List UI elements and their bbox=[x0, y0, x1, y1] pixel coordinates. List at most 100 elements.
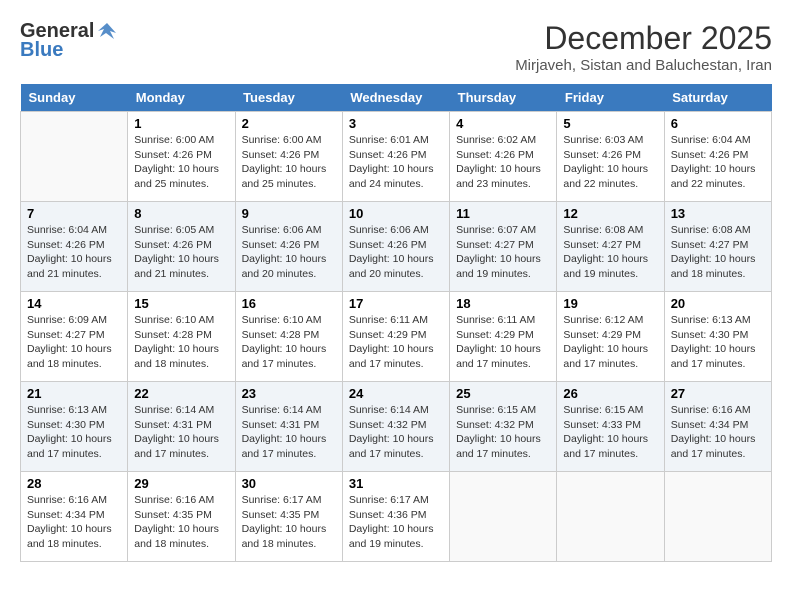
calendar-week-row: 7Sunrise: 6:04 AM Sunset: 4:26 PM Daylig… bbox=[21, 202, 772, 292]
calendar-cell: 10Sunrise: 6:06 AM Sunset: 4:26 PM Dayli… bbox=[342, 202, 449, 292]
calendar-cell: 13 Sunrise: 6:08 AM Sunset: 4:27 PM Dayli… bbox=[664, 202, 771, 292]
calendar-cell: 28 Sunrise: 6:16 AM Sunset: 4:34 PM Dayli… bbox=[21, 472, 128, 562]
day-number: 3 bbox=[349, 116, 443, 131]
day-number: 12 bbox=[563, 206, 657, 221]
calendar-cell: 5 Sunrise: 6:03 AM Sunset: 4:26 PM Daylig… bbox=[557, 112, 664, 202]
calendar-cell: 26 Sunrise: 6:15 AM Sunset: 4:33 PM Dayli… bbox=[557, 382, 664, 472]
day-number: 11 bbox=[456, 206, 550, 221]
calendar-cell: 23Sunrise: 6:14 AM Sunset: 4:31 PM Dayli… bbox=[235, 382, 342, 472]
day-info: Sunrise: 6:16 AM Sunset: 4:35 PM Dayligh… bbox=[134, 493, 228, 552]
day-info: Sunrise: 6:16 AM Sunset: 4:34 PM Dayligh… bbox=[671, 403, 765, 462]
day-number: 19 bbox=[563, 296, 657, 311]
day-info: Sunrise: 6:04 AM Sunset: 4:26 PM Dayligh… bbox=[671, 133, 765, 192]
calendar-week-row: 28 Sunrise: 6:16 AM Sunset: 4:34 PM Dayli… bbox=[21, 472, 772, 562]
calendar-cell: 22 Sunrise: 6:14 AM Sunset: 4:31 PM Dayli… bbox=[128, 382, 235, 472]
day-info: Sunrise: 6:14 AM Sunset: 4:31 PM Dayligh… bbox=[242, 403, 336, 462]
calendar-cell: 6Sunrise: 6:04 AM Sunset: 4:26 PM Daylig… bbox=[664, 112, 771, 202]
day-info: Sunrise: 6:13 AM Sunset: 4:30 PM Dayligh… bbox=[671, 313, 765, 372]
column-header-thursday: Thursday bbox=[450, 84, 557, 112]
day-info: Sunrise: 6:12 AM Sunset: 4:29 PM Dayligh… bbox=[563, 313, 657, 372]
calendar-cell: 21Sunrise: 6:13 AM Sunset: 4:30 PM Dayli… bbox=[21, 382, 128, 472]
day-info: Sunrise: 6:06 AM Sunset: 4:26 PM Dayligh… bbox=[242, 223, 336, 282]
calendar-cell bbox=[664, 472, 771, 562]
day-info: Sunrise: 6:01 AM Sunset: 4:26 PM Dayligh… bbox=[349, 133, 443, 192]
day-number: 1 bbox=[134, 116, 228, 131]
day-info: Sunrise: 6:00 AM Sunset: 4:26 PM Dayligh… bbox=[134, 133, 228, 192]
day-info: Sunrise: 6:05 AM Sunset: 4:26 PM Dayligh… bbox=[134, 223, 228, 282]
calendar-cell: 31 Sunrise: 6:17 AM Sunset: 4:36 PM Dayli… bbox=[342, 472, 449, 562]
calendar-cell bbox=[557, 472, 664, 562]
column-header-tuesday: Tuesday bbox=[235, 84, 342, 112]
calendar-cell: 9 Sunrise: 6:06 AM Sunset: 4:26 PM Daylig… bbox=[235, 202, 342, 292]
day-info: Sunrise: 6:15 AM Sunset: 4:33 PM Dayligh… bbox=[563, 403, 657, 462]
day-info: Sunrise: 6:08 AM Sunset: 4:27 PM Dayligh… bbox=[563, 223, 657, 282]
calendar-cell: 8 Sunrise: 6:05 AM Sunset: 4:26 PM Daylig… bbox=[128, 202, 235, 292]
title-area: December 2025 Mirjaveh, Sistan and Baluc… bbox=[515, 20, 772, 74]
day-number: 29 bbox=[134, 476, 228, 491]
calendar-week-row: 21Sunrise: 6:13 AM Sunset: 4:30 PM Dayli… bbox=[21, 382, 772, 472]
day-info: Sunrise: 6:09 AM Sunset: 4:27 PM Dayligh… bbox=[27, 313, 121, 372]
day-info: Sunrise: 6:16 AM Sunset: 4:34 PM Dayligh… bbox=[27, 493, 121, 552]
calendar-cell: 12 Sunrise: 6:08 AM Sunset: 4:27 PM Dayli… bbox=[557, 202, 664, 292]
calendar-cell: 18 Sunrise: 6:11 AM Sunset: 4:29 PM Dayli… bbox=[450, 292, 557, 382]
day-info: Sunrise: 6:13 AM Sunset: 4:30 PM Dayligh… bbox=[27, 403, 121, 462]
calendar-cell: 30 Sunrise: 6:17 AM Sunset: 4:35 PM Dayli… bbox=[235, 472, 342, 562]
day-number: 13 bbox=[671, 206, 765, 221]
day-number: 26 bbox=[563, 386, 657, 401]
day-number: 22 bbox=[134, 386, 228, 401]
day-info: Sunrise: 6:17 AM Sunset: 4:36 PM Dayligh… bbox=[349, 493, 443, 552]
day-number: 5 bbox=[563, 116, 657, 131]
day-number: 30 bbox=[242, 476, 336, 491]
day-number: 25 bbox=[456, 386, 550, 401]
calendar-cell: 4Sunrise: 6:02 AM Sunset: 4:26 PM Daylig… bbox=[450, 112, 557, 202]
column-header-monday: Monday bbox=[128, 84, 235, 112]
calendar-cell: 2Sunrise: 6:00 AM Sunset: 4:26 PM Daylig… bbox=[235, 112, 342, 202]
day-info: Sunrise: 6:00 AM Sunset: 4:26 PM Dayligh… bbox=[242, 133, 336, 192]
calendar-cell: 14 Sunrise: 6:09 AM Sunset: 4:27 PM Dayli… bbox=[21, 292, 128, 382]
day-number: 9 bbox=[242, 206, 336, 221]
day-number: 24 bbox=[349, 386, 443, 401]
column-header-wednesday: Wednesday bbox=[342, 84, 449, 112]
page-header: General Blue December 2025 Mirjaveh, Sis… bbox=[20, 20, 772, 74]
day-info: Sunrise: 6:14 AM Sunset: 4:32 PM Dayligh… bbox=[349, 403, 443, 462]
calendar-week-row: 1 Sunrise: 6:00 AM Sunset: 4:26 PM Daylig… bbox=[21, 112, 772, 202]
day-number: 17 bbox=[349, 296, 443, 311]
day-number: 18 bbox=[456, 296, 550, 311]
day-number: 16 bbox=[242, 296, 336, 311]
day-info: Sunrise: 6:10 AM Sunset: 4:28 PM Dayligh… bbox=[134, 313, 228, 372]
day-info: Sunrise: 6:10 AM Sunset: 4:28 PM Dayligh… bbox=[242, 313, 336, 372]
column-header-saturday: Saturday bbox=[664, 84, 771, 112]
calendar-header-row: SundayMondayTuesdayWednesdayThursdayFrid… bbox=[21, 84, 772, 112]
calendar-cell: 15 Sunrise: 6:10 AM Sunset: 4:28 PM Dayli… bbox=[128, 292, 235, 382]
day-info: Sunrise: 6:14 AM Sunset: 4:31 PM Dayligh… bbox=[134, 403, 228, 462]
logo: General Blue bbox=[20, 20, 118, 62]
calendar-table: SundayMondayTuesdayWednesdayThursdayFrid… bbox=[20, 84, 772, 562]
day-number: 28 bbox=[27, 476, 121, 491]
day-number: 8 bbox=[134, 206, 228, 221]
calendar-cell bbox=[21, 112, 128, 202]
day-number: 15 bbox=[134, 296, 228, 311]
calendar-cell: 17Sunrise: 6:11 AM Sunset: 4:29 PM Dayli… bbox=[342, 292, 449, 382]
day-info: Sunrise: 6:04 AM Sunset: 4:26 PM Dayligh… bbox=[27, 223, 121, 282]
calendar-cell: 7Sunrise: 6:04 AM Sunset: 4:26 PM Daylig… bbox=[21, 202, 128, 292]
day-number: 14 bbox=[27, 296, 121, 311]
column-header-sunday: Sunday bbox=[21, 84, 128, 112]
calendar-cell: 16 Sunrise: 6:10 AM Sunset: 4:28 PM Dayli… bbox=[235, 292, 342, 382]
day-number: 31 bbox=[349, 476, 443, 491]
calendar-cell: 19 Sunrise: 6:12 AM Sunset: 4:29 PM Dayli… bbox=[557, 292, 664, 382]
day-number: 27 bbox=[671, 386, 765, 401]
day-info: Sunrise: 6:08 AM Sunset: 4:27 PM Dayligh… bbox=[671, 223, 765, 282]
day-info: Sunrise: 6:03 AM Sunset: 4:26 PM Dayligh… bbox=[563, 133, 657, 192]
calendar-cell: 1 Sunrise: 6:00 AM Sunset: 4:26 PM Daylig… bbox=[128, 112, 235, 202]
day-info: Sunrise: 6:02 AM Sunset: 4:26 PM Dayligh… bbox=[456, 133, 550, 192]
day-info: Sunrise: 6:11 AM Sunset: 4:29 PM Dayligh… bbox=[456, 313, 550, 372]
calendar-cell: 20Sunrise: 6:13 AM Sunset: 4:30 PM Dayli… bbox=[664, 292, 771, 382]
day-info: Sunrise: 6:17 AM Sunset: 4:35 PM Dayligh… bbox=[242, 493, 336, 552]
calendar-cell: 29 Sunrise: 6:16 AM Sunset: 4:35 PM Dayli… bbox=[128, 472, 235, 562]
calendar-cell: 11 Sunrise: 6:07 AM Sunset: 4:27 PM Dayli… bbox=[450, 202, 557, 292]
logo-bird-icon bbox=[96, 21, 118, 43]
month-title: December 2025 bbox=[515, 20, 772, 57]
day-info: Sunrise: 6:07 AM Sunset: 4:27 PM Dayligh… bbox=[456, 223, 550, 282]
calendar-cell: 25 Sunrise: 6:15 AM Sunset: 4:32 PM Dayli… bbox=[450, 382, 557, 472]
day-info: Sunrise: 6:15 AM Sunset: 4:32 PM Dayligh… bbox=[456, 403, 550, 462]
